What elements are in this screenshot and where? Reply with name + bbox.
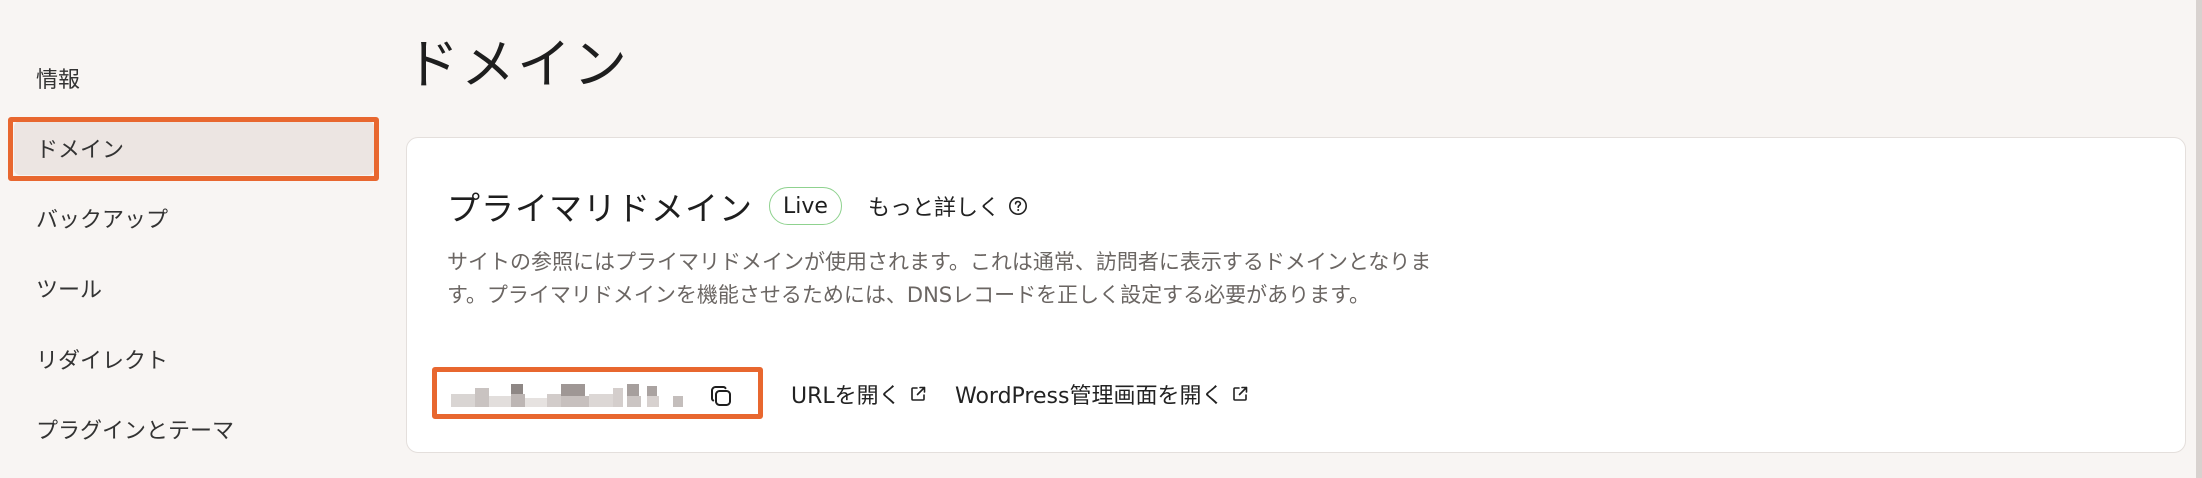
external-link-icon (909, 385, 927, 403)
sidebar-item-plugins-themes[interactable]: プラグインとテーマ (14, 402, 374, 456)
page-title: ドメイン (405, 33, 629, 96)
card-title: プライマリドメイン (447, 189, 753, 228)
sidebar-item-label: ドメイン (36, 138, 125, 163)
primary-domain-card: プライマリドメイン Live もっと詳しく サイトの参照にはプライマリドメインが… (406, 137, 2186, 453)
learn-more-link[interactable]: もっと詳しく (868, 190, 1028, 222)
window-edge (2196, 0, 2202, 478)
help-circle-icon (1008, 196, 1028, 216)
sidebar-item-tools[interactable]: ツール (14, 261, 374, 315)
sidebar-item-label: リダイレクト (36, 349, 169, 374)
external-link-icon (1231, 385, 1249, 403)
copy-icon[interactable] (709, 384, 733, 408)
sidebar-item-backup[interactable]: バックアップ (14, 191, 374, 245)
open-url-link[interactable]: URLを開く (791, 378, 927, 410)
card-description: サイトの参照にはプライマリドメインが使用されます。これは通常、訪問者に表示するド… (447, 250, 1432, 307)
open-url-label: URLを開く (791, 384, 901, 409)
sidebar-item-label: プラグインとテーマ (36, 419, 235, 444)
sidebar-item-label: ツール (36, 278, 103, 303)
sidebar: 情報 ドメイン バックアップ ツール リダイレクト プラグインとテーマ (0, 0, 380, 478)
learn-more-label: もっと詳しく (867, 196, 1000, 221)
sidebar-item-label: 情報 (36, 68, 81, 93)
sidebar-item-info[interactable]: 情報 (14, 51, 374, 105)
sidebar-item-domain[interactable]: ドメイン (14, 121, 374, 175)
blurred-domain-value (451, 382, 691, 410)
sidebar-item-label: バックアップ (36, 208, 169, 233)
primary-domain-field (437, 372, 762, 419)
card-heading: プライマリドメイン Live もっと詳しく (447, 184, 1028, 228)
open-wp-admin-link[interactable]: WordPress管理画面を開く (955, 378, 1249, 410)
sidebar-item-redirects[interactable]: リダイレクト (14, 332, 374, 386)
status-badge: Live (769, 187, 842, 225)
open-wp-admin-label: WordPress管理画面を開く (955, 384, 1224, 409)
